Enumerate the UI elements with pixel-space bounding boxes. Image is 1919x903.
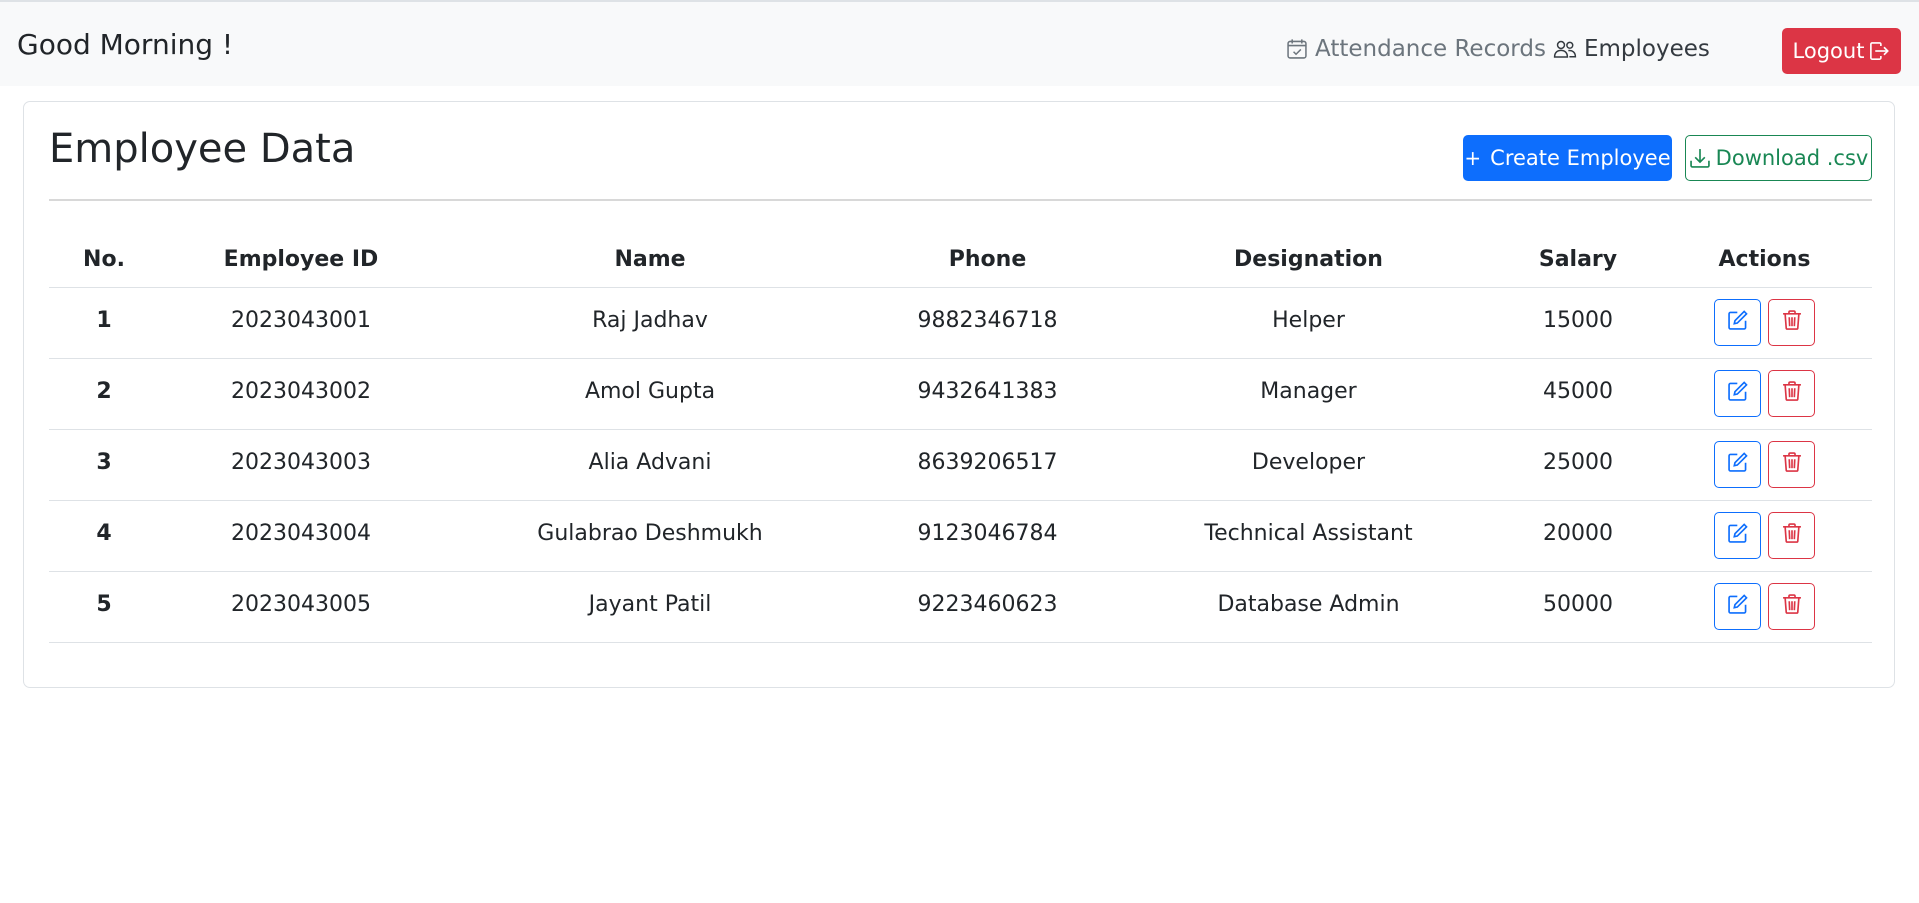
cell-salary: 50000 xyxy=(1499,571,1657,643)
cell-no: 2 xyxy=(49,358,159,430)
trash-icon xyxy=(1781,451,1803,479)
cell-actions xyxy=(1657,287,1872,359)
edit-button[interactable] xyxy=(1714,512,1761,559)
cell-name: Gulabrao Deshmukh xyxy=(443,500,857,572)
edit-button[interactable] xyxy=(1714,583,1761,630)
table-row: 4 2023043004 Gulabrao Deshmukh 912304678… xyxy=(49,500,1872,572)
pencil-square-icon xyxy=(1727,451,1749,479)
cell-phone: 9432641383 xyxy=(857,358,1118,430)
cell-designation: Database Admin xyxy=(1118,571,1499,643)
cell-phone: 9882346718 xyxy=(857,287,1118,359)
column-header-employee-id[interactable]: Employee ID xyxy=(159,232,443,288)
delete-button[interactable] xyxy=(1768,441,1815,488)
delete-button[interactable] xyxy=(1768,512,1815,559)
people-icon xyxy=(1553,38,1577,60)
column-header-no[interactable]: No. xyxy=(49,232,159,288)
trash-icon xyxy=(1781,380,1803,408)
cell-designation: Manager xyxy=(1118,358,1499,430)
column-header-actions: Actions xyxy=(1657,232,1872,288)
column-header-salary[interactable]: Salary xyxy=(1499,232,1657,288)
trash-icon xyxy=(1781,593,1803,621)
cell-no: 1 xyxy=(49,287,159,359)
cell-actions xyxy=(1657,571,1872,643)
cell-no: 4 xyxy=(49,500,159,572)
cell-employee-id: 2023043005 xyxy=(159,571,443,643)
edit-button[interactable] xyxy=(1714,441,1761,488)
cell-phone: 8639206517 xyxy=(857,429,1118,501)
column-header-name[interactable]: Name xyxy=(443,232,857,288)
cell-actions xyxy=(1657,500,1872,572)
cell-designation: Developer xyxy=(1118,429,1499,501)
trash-icon xyxy=(1781,522,1803,550)
download-csv-button[interactable]: Download .csv xyxy=(1685,135,1872,181)
create-employee-label: Create Employee xyxy=(1490,146,1671,170)
logout-button[interactable]: Logout xyxy=(1782,28,1901,74)
employee-table: No. Employee ID Name Phone Designation S… xyxy=(49,232,1872,643)
table-row: 3 2023043003 Alia Advani 8639206517 Deve… xyxy=(49,429,1872,501)
cell-employee-id: 2023043003 xyxy=(159,429,443,501)
table-row: 1 2023043001 Raj Jadhav 9882346718 Helpe… xyxy=(49,287,1872,359)
top-navbar: Good Morning ! Attendance Records Employ… xyxy=(0,0,1919,86)
cell-no: 5 xyxy=(49,571,159,643)
pencil-square-icon xyxy=(1727,309,1749,337)
trash-icon xyxy=(1781,309,1803,337)
nav-link-attendance-label: Attendance Records xyxy=(1315,36,1546,62)
cell-salary: 20000 xyxy=(1499,500,1657,572)
cell-designation: Technical Assistant xyxy=(1118,500,1499,572)
greeting-brand[interactable]: Good Morning ! xyxy=(17,28,233,61)
delete-button[interactable] xyxy=(1768,583,1815,630)
delete-button[interactable] xyxy=(1768,370,1815,417)
nav-link-employees[interactable]: Employees xyxy=(1553,32,1710,66)
box-arrow-right-icon xyxy=(1868,41,1890,61)
cell-salary: 25000 xyxy=(1499,429,1657,501)
download-icon xyxy=(1689,147,1711,169)
column-header-designation[interactable]: Designation xyxy=(1118,232,1499,288)
table-header-row: No. Employee ID Name Phone Designation S… xyxy=(49,232,1872,288)
page-title: Employee Data xyxy=(49,126,356,172)
employee-data-card: Employee Data + Create Employee Download… xyxy=(23,101,1895,688)
cell-salary: 45000 xyxy=(1499,358,1657,430)
cell-actions xyxy=(1657,429,1872,501)
cell-designation: Helper xyxy=(1118,287,1499,359)
delete-button[interactable] xyxy=(1768,299,1815,346)
edit-button[interactable] xyxy=(1714,299,1761,346)
cell-employee-id: 2023043004 xyxy=(159,500,443,572)
pencil-square-icon xyxy=(1727,380,1749,408)
logout-label: Logout xyxy=(1792,39,1865,63)
cell-phone: 9223460623 xyxy=(857,571,1118,643)
table-row: 2 2023043002 Amol Gupta 9432641383 Manag… xyxy=(49,358,1872,430)
cell-name: Amol Gupta xyxy=(443,358,857,430)
calendar-check-icon xyxy=(1286,38,1308,60)
pencil-square-icon xyxy=(1727,522,1749,550)
edit-button[interactable] xyxy=(1714,370,1761,417)
column-header-phone[interactable]: Phone xyxy=(857,232,1118,288)
cell-actions xyxy=(1657,358,1872,430)
nav-link-attendance-records[interactable]: Attendance Records xyxy=(1286,32,1546,66)
pencil-square-icon xyxy=(1727,593,1749,621)
cell-salary: 15000 xyxy=(1499,287,1657,359)
cell-phone: 9123046784 xyxy=(857,500,1118,572)
nav-link-employees-label: Employees xyxy=(1584,36,1710,62)
create-employee-button[interactable]: + Create Employee xyxy=(1463,135,1672,181)
cell-name: Raj Jadhav xyxy=(443,287,857,359)
table-row: 5 2023043005 Jayant Patil 9223460623 Dat… xyxy=(49,571,1872,643)
title-divider xyxy=(49,199,1872,201)
cell-no: 3 xyxy=(49,429,159,501)
cell-name: Alia Advani xyxy=(443,429,857,501)
plus-icon: + xyxy=(1464,146,1482,170)
cell-employee-id: 2023043002 xyxy=(159,358,443,430)
cell-name: Jayant Patil xyxy=(443,571,857,643)
download-csv-label: Download .csv xyxy=(1715,146,1869,170)
cell-employee-id: 2023043001 xyxy=(159,287,443,359)
